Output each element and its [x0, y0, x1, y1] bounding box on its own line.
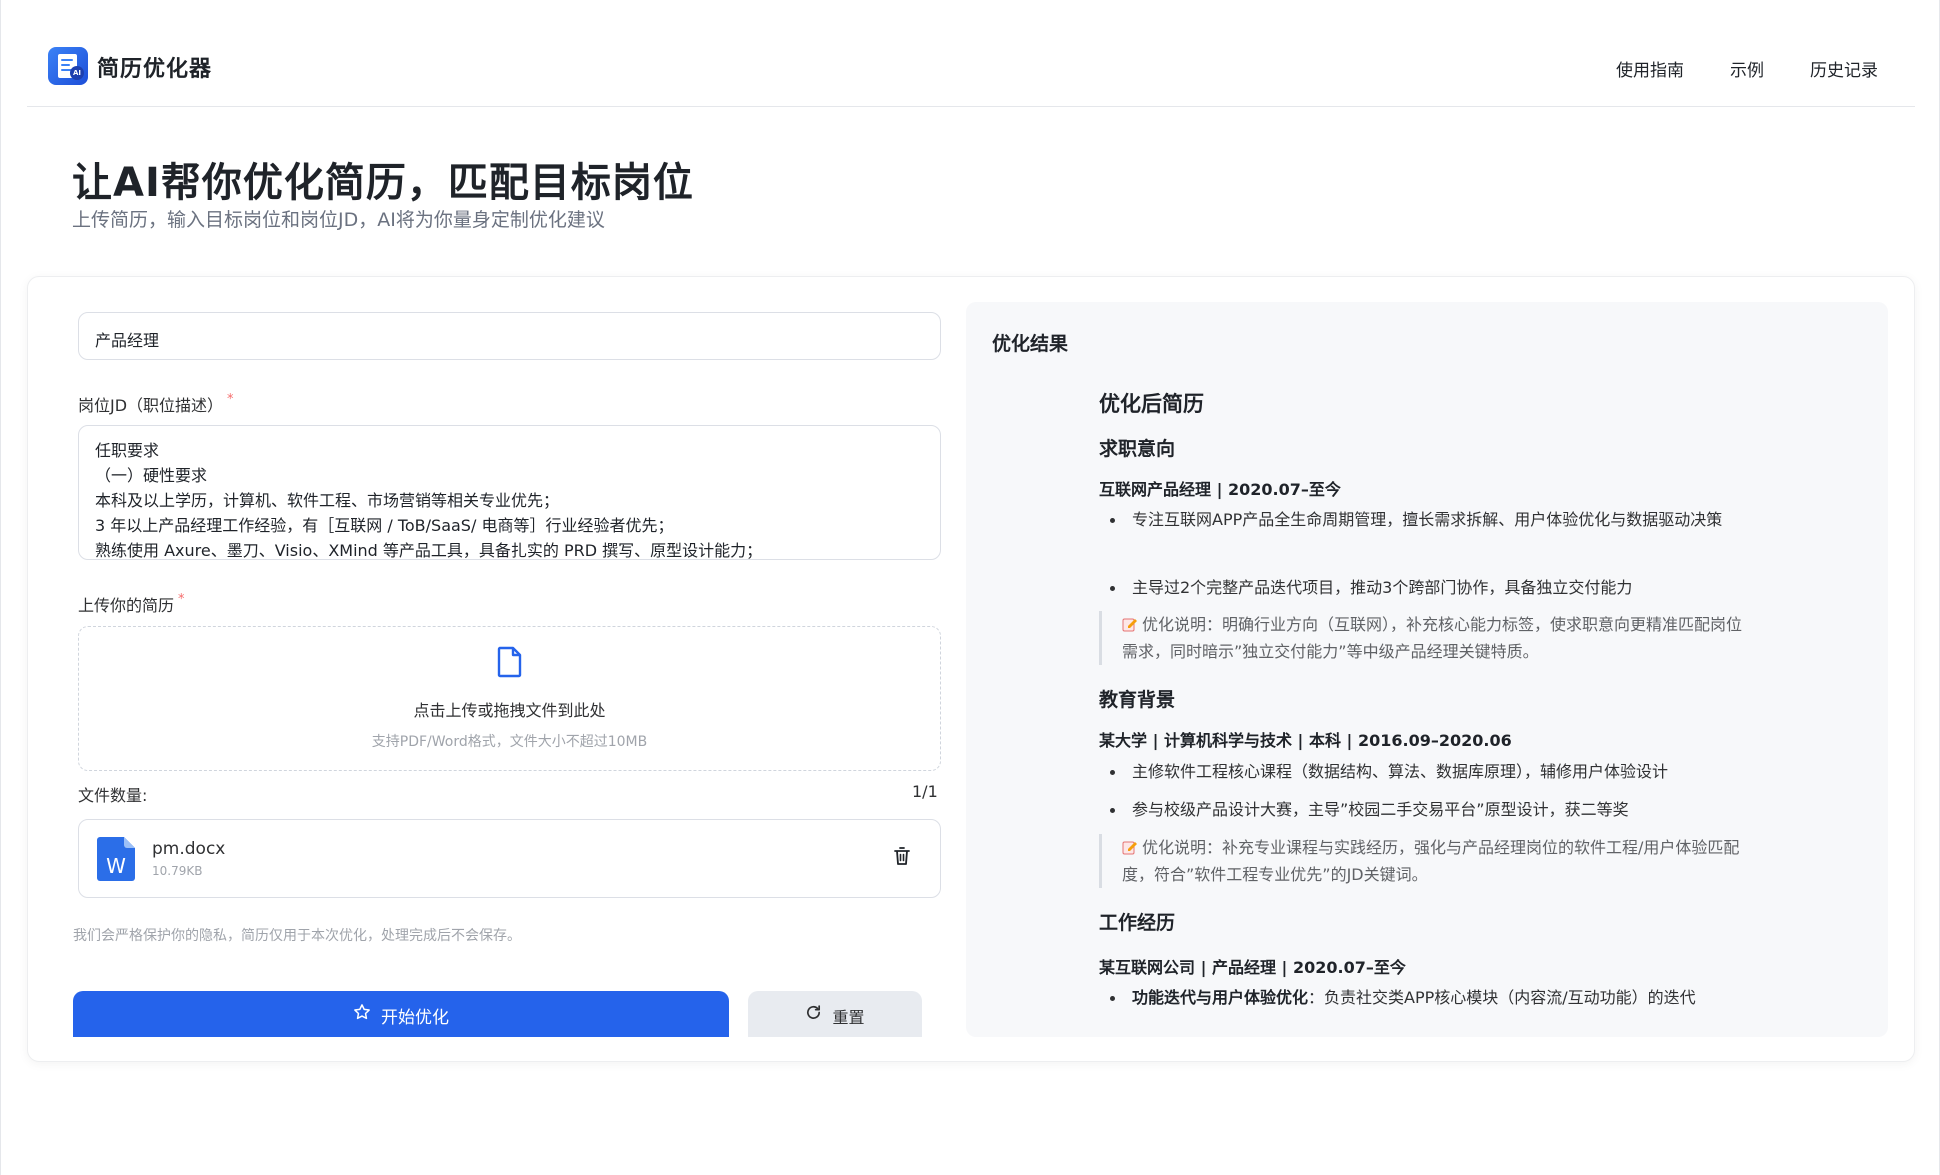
star-icon: [354, 1004, 370, 1020]
optimize-note: 优化说明：明确行业方向（互联网），补充核心能力标签，使求职意向更精准匹配岗位需求…: [1099, 611, 1749, 665]
section-title-experience: 工作经历: [1099, 912, 1176, 934]
top-header: AI 简历优化器 使用指南 示例 历史记录: [27, 0, 1915, 107]
result-title: 优化结果: [992, 333, 1069, 355]
section-title-education: 教育背景: [1099, 689, 1176, 711]
uploaded-file-item: W pm.docx 10.79KB: [78, 819, 941, 898]
reset-button[interactable]: 重置: [748, 991, 922, 1037]
nav-guide-link[interactable]: 使用指南: [1616, 56, 1684, 81]
resume-upload-zone[interactable]: 点击上传或拖拽文件到此处 支持PDF/Word格式，文件大小不超过10MB: [78, 626, 941, 771]
nav-history-link[interactable]: 历史记录: [1810, 56, 1878, 81]
intent-subtitle: 互联网产品经理 | 2020.07–至今: [1099, 480, 1341, 499]
education-subtitle: 某大学 | 计算机科学与技术 | 本科 | 2016.09–2020.06: [1099, 731, 1512, 750]
word-doc-icon: W: [97, 837, 135, 881]
pencil-note-icon: [1122, 841, 1137, 855]
refresh-icon: [807, 1005, 821, 1019]
list-item: 主修软件工程核心课程（数据结构、算法、数据库原理），辅修用户体验设计: [1110, 758, 1752, 786]
nav-examples-link[interactable]: 示例: [1730, 56, 1764, 81]
jd-textarea[interactable]: 任职要求 （一）硬性要求 本科及以上学历，计算机、软件工程、市场营销等相关专业优…: [78, 425, 941, 560]
jd-label: 岗位JD（职位描述） *: [78, 392, 234, 415]
section-title-intent: 求职意向: [1099, 438, 1176, 460]
experience-subtitle: 某互联网公司 | 产品经理 | 2020.07–至今: [1099, 958, 1406, 977]
list-item: 专注互联网APP产品全生命周期管理，擅长需求拆解、用户体验优化与数据驱动决策: [1110, 506, 1752, 534]
file-count-label: 文件数量:: [78, 786, 148, 805]
app-title: 简历优化器: [97, 57, 213, 82]
hero-subtitle: 上传简历，输入目标岗位和岗位JD，AI将为你量身定制优化建议: [72, 209, 605, 231]
result-panel[interactable]: 优化结果 优化后简历 求职意向 互联网产品经理 | 2020.07–至今 专注互…: [966, 302, 1888, 1037]
optimize-note: 优化说明：补充专业课程与实践经历，强化与产品经理岗位的软件工程/用户体验匹配度，…: [1099, 834, 1749, 888]
list-item: 功能迭代与用户体验优化：负责社交类APP核心模块（内容流/互动功能）的迭代: [1110, 984, 1752, 1012]
hero-title: 让AI帮你优化简历，匹配目标岗位: [72, 160, 694, 206]
upload-text: 点击上传或拖拽文件到此处: [413, 701, 606, 720]
file-size: 10.79KB: [152, 864, 203, 878]
svg-text:W: W: [106, 854, 126, 878]
upload-label: 上传你的简历 *: [78, 592, 185, 615]
app-logo-icon: AI: [48, 47, 88, 85]
target-position-input[interactable]: 产品经理: [78, 312, 941, 360]
pencil-note-icon: [1122, 618, 1137, 632]
file-name: pm.docx: [152, 839, 226, 859]
resume-title: 优化后简历: [1099, 392, 1204, 416]
file-icon: [497, 646, 522, 678]
list-item: 主导过2个完整产品迭代项目，推动3个跨部门协作，具备独立交付能力: [1110, 574, 1752, 602]
list-item: 参与校级产品设计大赛，主导”校园二手交易平台”原型设计，获二等奖: [1110, 796, 1752, 824]
start-optimize-button[interactable]: 开始优化: [73, 991, 729, 1037]
file-count-value: 1/1: [912, 782, 938, 801]
trash-icon[interactable]: [893, 846, 911, 866]
privacy-note: 我们会严格保护你的隐私，简历仅用于本次优化，处理完成后不会保存。: [73, 928, 521, 944]
upload-hint: 支持PDF/Word格式，文件大小不超过10MB: [371, 734, 648, 750]
